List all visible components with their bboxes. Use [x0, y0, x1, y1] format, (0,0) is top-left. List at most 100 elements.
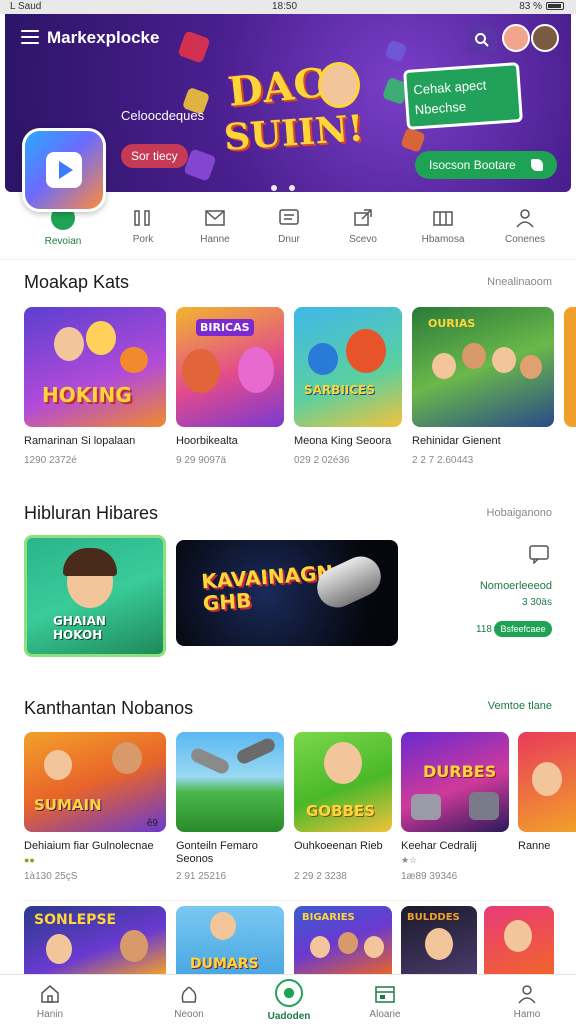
side-meta: 3 30äs — [521, 597, 552, 608]
price-badge: ê9 — [146, 818, 158, 829]
game-title: Ranne — [518, 840, 551, 852]
game-meta: 1à130 25çS — [24, 871, 78, 882]
category-label: Hbamosa — [421, 234, 465, 245]
promo-card[interactable]: Cehak apect Nbechse — [403, 62, 523, 130]
game-card[interactable]: OURIAS Rehinidar Gienent 2 2 7 2.60443 — [412, 307, 554, 467]
category-item[interactable]: Hbamosa — [408, 200, 478, 245]
featured-art-text: GHAIAN HOKOH — [53, 614, 106, 642]
game-art-text: HOKING — [42, 383, 132, 407]
game-card[interactable]: Gonteiln Femaro Seonos 2 91 25216 — [176, 732, 286, 888]
gallery-icon — [375, 986, 395, 1003]
game-thumbnail[interactable] — [484, 906, 554, 974]
dice-decoration — [384, 39, 408, 63]
see-all-link[interactable]: Vemtoe tlane — [488, 700, 552, 712]
app-icon[interactable] — [22, 128, 106, 212]
nav-item-shop[interactable]: Neoon — [149, 975, 229, 1020]
nav-label: Aloarie — [369, 1009, 401, 1020]
section-title: Kanthantan Nobanos — [24, 698, 194, 718]
category-item[interactable]: Dnur — [254, 200, 324, 245]
avatar[interactable] — [531, 24, 559, 52]
featured-card[interactable]: KAVAINAGN GHB — [176, 540, 398, 646]
avatar[interactable] — [502, 24, 530, 52]
featured-thumbnail: GHAIAN HOKOH — [24, 535, 166, 657]
game-card[interactable]: HOKING Ramarinan Si lopalaan 1290 2372é — [24, 307, 166, 467]
category-item[interactable]: Scevo — [328, 200, 398, 245]
home-icon — [41, 985, 59, 1003]
game-title: Ramarinan Si lopalaan — [24, 435, 136, 447]
section-title: Hibluran Hibares — [24, 503, 159, 523]
game-card[interactable]: Ranne — [518, 732, 576, 888]
game-card[interactable]: SARBIICES Meona King Seoora 029 2 02é36 — [294, 307, 404, 467]
side-button[interactable]: Bsfeefcaee — [494, 621, 552, 637]
rating-stars: ★☆ — [401, 855, 418, 865]
featured-card[interactable]: GHAIAN HOKOH — [24, 535, 166, 657]
game-thumbnail: SUMAIN — [24, 732, 166, 832]
game-art-text: BIGARIES — [302, 912, 355, 923]
bag-icon — [181, 986, 197, 1003]
message-icon[interactable] — [528, 544, 550, 564]
nav-item-gallery[interactable]: Aloarie — [345, 975, 425, 1020]
see-all-link[interactable]: Hobaiganono — [487, 507, 552, 519]
category-item[interactable]: Conenes — [490, 200, 560, 245]
category-label: Conenes — [504, 234, 546, 245]
search-button[interactable] — [467, 26, 497, 54]
logo-line-1: DAC — [225, 59, 328, 116]
chat-icon — [279, 209, 299, 225]
game-art-text: SUMAIN — [34, 796, 102, 814]
game-title: Meona King Seoora — [294, 435, 392, 447]
divider — [24, 900, 552, 901]
see-button[interactable]: Sor tiecy — [121, 144, 188, 168]
hero-game-logo: DAC SUIIN! — [220, 52, 370, 172]
carrier-label: L Saud — [10, 1, 42, 12]
game-card[interactable]: DURBES Keehar Cedralij ★☆ 1æ89 39346 — [401, 732, 509, 888]
profile-icon — [518, 985, 536, 1004]
category-item[interactable]: Hanne — [180, 200, 250, 245]
game-title: Ouhkoeenan Rieb — [294, 840, 383, 852]
app-title: Markexplocke — [47, 28, 160, 47]
game-title: Keehar Cedralij — [401, 840, 477, 852]
game-art-text: SONLEPSE — [34, 912, 117, 928]
game-title: Hoorbikealta — [176, 435, 238, 447]
nav-item-profile[interactable]: Hamo — [487, 975, 567, 1020]
category-label: Pork — [132, 234, 154, 245]
game-art-text: BULDDES — [407, 912, 460, 923]
nav-label: Hamo — [513, 1009, 541, 1020]
nav-item-discover[interactable]: Uadoden — [249, 975, 329, 1022]
leaf-icon — [531, 159, 543, 171]
game-thumbnail[interactable]: SONLEPSE — [24, 906, 166, 974]
game-card[interactable]: GOBBES Ouhkoeenan Rieb 2 29 2 3238 — [294, 732, 392, 888]
game-card[interactable]: SUMAIN ê9 Dehiaium fiar Gulnolecnae ●● 1… — [24, 732, 166, 888]
game-thumbnail[interactable]: BIGARIES — [294, 906, 392, 974]
game-title: Rehinidar Gienent — [412, 435, 501, 447]
game-meta: 029 2 02é36 — [294, 455, 350, 466]
featured-art-text: KAVAINAGN GHB — [200, 560, 334, 616]
bottom-nav: Hanin Neoon Uadoden Aloarie Hamo — [0, 974, 576, 1024]
game-art-text: BIRICAS — [196, 319, 254, 336]
menu-icon[interactable] — [21, 30, 39, 44]
battery-icon — [546, 2, 564, 11]
mascot-face — [318, 62, 360, 108]
install-button-label: Isocson Bootare — [429, 158, 516, 172]
dice-decoration — [177, 30, 211, 64]
side-title: Nomoerleeeod — [479, 580, 552, 592]
game-meta: 2 91 25216 — [176, 871, 227, 882]
category-label: Revoian — [44, 236, 82, 247]
hero-tagline: Celoocdeques — [121, 108, 205, 123]
rating-stars: ●● — [24, 855, 35, 865]
game-thumbnail — [518, 732, 576, 832]
game-thumbnail[interactable]: DUMARS — [176, 906, 284, 974]
game-thumbnail[interactable]: BULDDES — [401, 906, 477, 974]
game-thumbnail-peek[interactable] — [564, 307, 576, 427]
compass-icon — [275, 979, 303, 1007]
see-all-link[interactable]: Nnealinaoom — [487, 276, 552, 288]
bars-icon — [134, 210, 150, 226]
nav-item-home[interactable]: Hanin — [10, 975, 90, 1020]
category-item[interactable]: Pork — [108, 200, 178, 245]
game-title: Dehiaium fiar Gulnolecnae — [24, 840, 154, 852]
game-art-text: SARBIICES — [304, 383, 375, 397]
game-card[interactable]: BIRICAS Hoorbikealta 9 29 9097ä — [176, 307, 286, 467]
install-button[interactable]: Isocson Bootare — [415, 151, 557, 179]
dice-decoration — [400, 127, 426, 153]
game-art-text: GOBBES — [306, 802, 375, 820]
carousel-dots[interactable] — [271, 178, 307, 192]
